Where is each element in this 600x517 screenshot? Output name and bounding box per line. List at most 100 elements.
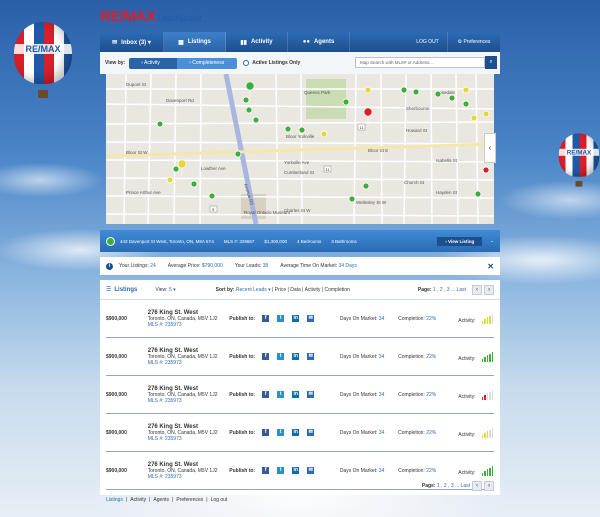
- row-mls[interactable]: MLS #: 235973: [148, 322, 230, 328]
- pagination-bottom[interactable]: Page: 1 , 2 , 3 ... Last: [422, 483, 470, 489]
- activity-bar: [486, 431, 489, 438]
- next-page-button[interactable]: ›: [484, 481, 494, 491]
- table-row[interactable]: $900,000 276 King St. West Toronto, ON, Ca…: [106, 376, 494, 414]
- twitter-icon[interactable]: t: [277, 353, 285, 360]
- next-page-button[interactable]: ›: [484, 284, 494, 295]
- search-button[interactable]: ⌕: [485, 56, 497, 69]
- svg-text:Cumberland St: Cumberland St: [284, 170, 315, 175]
- publish-label: Publish to:: [229, 467, 256, 474]
- view-completeness-button[interactable]: › Completeness: [177, 57, 238, 69]
- footer-link-logout[interactable]: Log out: [211, 497, 228, 503]
- email-icon[interactable]: ✉: [307, 353, 315, 360]
- svg-text:Sherbourne: Sherbourne: [406, 106, 430, 111]
- row-address: 276 King St. West Toronto, ON, Canada, M5…: [148, 386, 230, 404]
- activity-meter: [481, 352, 495, 362]
- view-by-label: View by:: [105, 60, 126, 66]
- svg-text:Davenport Rd: Davenport Rd: [166, 98, 194, 103]
- pagination[interactable]: Page: 1 , 2 , 3 ... Last: [418, 287, 466, 293]
- footer-link-listings[interactable]: Listings: [106, 497, 123, 503]
- row-city: Toronto, ON, Canada, M5V 1J2: [147, 391, 218, 398]
- svg-text:Bloor Yorkville: Bloor Yorkville: [286, 134, 315, 139]
- table-row[interactable]: $900,000 276 King St. West Toronto, ON, Ca…: [106, 300, 494, 338]
- balloon-right: RE/MAX: [558, 133, 600, 187]
- linkedin-icon[interactable]: in: [292, 353, 300, 360]
- facebook-icon[interactable]: f: [262, 353, 270, 360]
- svg-text:Church St: Church St: [404, 180, 425, 185]
- stat-leads: Your Leads: 38: [234, 263, 269, 269]
- linkedin-icon[interactable]: in: [292, 429, 300, 436]
- view-listing-button[interactable]: › View Listing: [437, 236, 483, 246]
- listings-icon: ▦: [178, 39, 184, 46]
- twitter-icon[interactable]: t: [277, 429, 285, 436]
- linkedin-icon[interactable]: in: [292, 467, 300, 474]
- row-price: $900,000: [106, 353, 127, 360]
- close-icon[interactable]: ✕: [487, 262, 494, 271]
- activity-bar: [489, 315, 491, 324]
- activity-icon: ▮▮: [240, 39, 247, 46]
- twitter-icon[interactable]: t: [277, 391, 285, 398]
- email-icon[interactable]: ✉: [307, 429, 315, 436]
- activity-bar: [484, 356, 486, 362]
- activity-bar: [489, 353, 491, 362]
- logout-button[interactable]: LOG OUT: [408, 32, 448, 52]
- preferences-button[interactable]: ⚙ Preferences: [448, 32, 500, 52]
- logo-sub-text: LeadStreet: [157, 13, 202, 23]
- chevron-down-icon[interactable]: ⌄: [490, 238, 494, 244]
- map-view[interactable]: Dupont St Davenport Rd Avenue Rd Bloor S…: [106, 74, 494, 224]
- activity-meter: [481, 428, 495, 438]
- tab-agents[interactable]: ●● Agents: [288, 32, 350, 52]
- active-listings-toggle[interactable]: Active Listings Only: [243, 60, 300, 66]
- svg-text:Dupont St: Dupont St: [126, 82, 147, 87]
- row-mls[interactable]: MLS #: 235973: [148, 398, 230, 404]
- row-mls[interactable]: MLS #: 235973: [148, 360, 230, 366]
- view-count-select[interactable]: View: 5 ▾: [155, 287, 175, 293]
- footer-link-preferences[interactable]: Preferences: [176, 497, 203, 503]
- completion: Completion: 22%: [398, 429, 437, 436]
- row-price: $900,000: [106, 315, 127, 322]
- tab-listings[interactable]: ▦ Listings: [164, 32, 226, 52]
- map-collapse-button[interactable]: ‹: [484, 133, 496, 163]
- tab-activity[interactable]: ▮▮ Activity: [226, 32, 288, 52]
- activity-bar: [491, 466, 494, 476]
- twitter-icon[interactable]: t: [277, 315, 285, 322]
- balloon-left: RE/MAX: [14, 22, 72, 98]
- park-area: [306, 79, 346, 119]
- main-nav: ✉ Inbox (3) ▾ ▦ Listings ▮▮ Activity ●● …: [100, 32, 500, 52]
- twitter-icon[interactable]: t: [277, 467, 285, 474]
- remax-logo[interactable]: RE/MAX LeadStreet: [100, 8, 201, 25]
- activity-meter: [481, 314, 495, 324]
- email-icon[interactable]: ✉: [307, 315, 315, 322]
- balloon-basket: [575, 181, 583, 187]
- facebook-icon[interactable]: f: [262, 315, 270, 322]
- row-address: 276 King St. West Toronto, ON, Canada, M5…: [148, 424, 230, 442]
- stats-panel: i Your Listings: 24 Average Price: $790,…: [100, 257, 500, 275]
- activity: Activity:: [458, 314, 494, 324]
- days-on-market: Days On Market: 34: [339, 429, 385, 436]
- publish-label: Publish to:: [229, 315, 256, 322]
- prev-page-button[interactable]: ‹: [472, 284, 482, 295]
- view-activity-button[interactable]: › Activity: [129, 57, 178, 69]
- prev-page-button[interactable]: ‹: [472, 481, 482, 491]
- footer-link-activity[interactable]: Activity: [130, 497, 146, 503]
- row-price: $900,000: [106, 467, 127, 474]
- facebook-icon[interactable]: f: [262, 429, 270, 436]
- linkedin-icon[interactable]: in: [292, 391, 300, 398]
- facebook-icon[interactable]: f: [262, 391, 270, 398]
- footer-link-agents[interactable]: Agents: [153, 497, 169, 503]
- facebook-icon[interactable]: f: [262, 467, 270, 474]
- row-mls[interactable]: MLS #: 235973: [148, 436, 230, 442]
- balloon-envelope: RE/MAX: [558, 133, 600, 177]
- tab-inbox[interactable]: ✉ Inbox (3) ▾: [100, 32, 164, 52]
- svg-text:Bloor St W: Bloor St W: [126, 150, 148, 155]
- table-row[interactable]: $900,000 276 King St. West Toronto, ON, Ca…: [106, 414, 494, 452]
- linkedin-icon[interactable]: in: [292, 315, 300, 322]
- email-icon[interactable]: ✉: [307, 467, 315, 474]
- table-row[interactable]: $900,000 276 King St. West Toronto, ON, Ca…: [106, 338, 494, 376]
- list-icon: ☰: [106, 287, 112, 293]
- chevron-left-icon: ‹: [488, 143, 492, 152]
- activity-meter: [481, 466, 495, 476]
- svg-text:Yorkville Ave: Yorkville Ave: [284, 160, 310, 165]
- email-icon[interactable]: ✉: [307, 391, 315, 398]
- map-search-input[interactable]: Map Search with MLS# or Address...: [355, 57, 485, 68]
- sort-controls[interactable]: Sort by: Recent Leads ▾ | Price | Data |…: [216, 287, 418, 293]
